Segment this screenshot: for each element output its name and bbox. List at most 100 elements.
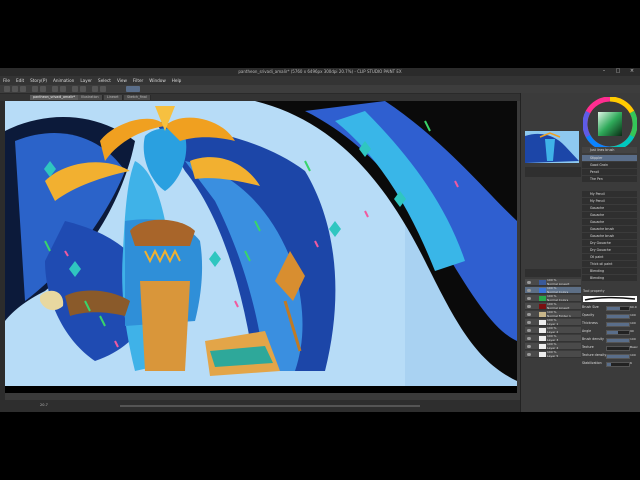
canvas-area[interactable] xyxy=(5,101,517,393)
brush-list-item[interactable]: Dry Gouache xyxy=(582,240,637,246)
menu-help[interactable]: Help xyxy=(169,76,185,85)
brush-item-good-grain[interactable]: Good Grain xyxy=(582,162,637,168)
layer-row[interactable]: 100 % Layer 3 xyxy=(525,334,581,342)
tool-property-row[interactable]: Brush Size 60.0 xyxy=(582,304,638,311)
brush-list-item[interactable]: Gouache xyxy=(582,212,637,218)
menu-story[interactable]: Story(P) xyxy=(27,76,50,85)
layer-row[interactable]: 100 % Normal Colors xyxy=(525,294,581,302)
brush-list-item[interactable]: Gouache brush xyxy=(582,233,637,239)
menu-edit[interactable]: Edit xyxy=(13,76,27,85)
tool-property-row[interactable]: Texture Basic xyxy=(582,344,638,351)
transform-icon[interactable] xyxy=(60,86,66,92)
eye-icon[interactable] xyxy=(527,329,531,332)
property-slider[interactable] xyxy=(606,354,630,359)
brush-item-pencil[interactable]: Pencil xyxy=(582,169,637,175)
tool-property-row[interactable]: Thickness 100 xyxy=(582,320,638,327)
brush-list-item[interactable]: Gouache brush xyxy=(582,226,637,232)
eye-icon[interactable] xyxy=(527,305,531,308)
navigator-thumbnail[interactable] xyxy=(525,131,579,163)
save-icon[interactable] xyxy=(20,86,26,92)
property-slider[interactable] xyxy=(606,322,630,327)
brush-group-tab[interactable]: Just lines brush xyxy=(582,147,637,153)
artwork-canvas[interactable] xyxy=(5,101,517,393)
property-value[interactable]: 100 xyxy=(630,320,636,327)
tool-property-row[interactable]: Brush density 100 xyxy=(582,336,638,343)
property-slider[interactable] xyxy=(606,346,630,351)
snap-icon[interactable] xyxy=(92,86,98,92)
ruler-icon[interactable] xyxy=(126,86,140,92)
maximize-button[interactable]: □ xyxy=(614,69,622,74)
layer-row[interactable]: 100 % Layer 2 xyxy=(525,326,581,334)
eye-icon[interactable] xyxy=(527,297,531,300)
right-dock: Just lines brush Stippler Good Grain Pen… xyxy=(520,93,640,412)
color-wheel[interactable] xyxy=(582,96,638,152)
brush-list-item[interactable]: My Pencil xyxy=(582,191,637,197)
open-icon[interactable] xyxy=(12,86,18,92)
brush-list-item[interactable]: Blending xyxy=(582,268,637,274)
property-slider[interactable] xyxy=(606,306,630,311)
property-value[interactable]: 60.0 xyxy=(630,304,637,311)
property-value[interactable]: 100 xyxy=(630,352,636,359)
zoom-level[interactable]: 20.7 xyxy=(40,403,48,407)
menu-animation[interactable]: Animation xyxy=(50,76,77,85)
menu-file[interactable]: File xyxy=(0,76,13,85)
brush-item-the-pen[interactable]: The Pen xyxy=(582,176,637,182)
undo-icon[interactable] xyxy=(32,86,38,92)
redo-icon[interactable] xyxy=(40,86,46,92)
menu-select[interactable]: Select xyxy=(95,76,114,85)
property-value[interactable]: Basic xyxy=(630,344,638,351)
brush-list-item[interactable]: Thick oil paint xyxy=(582,261,637,267)
brush-list-item[interactable]: Oil paint xyxy=(582,254,637,260)
tab-sketch[interactable]: Sketch_final xyxy=(124,95,151,100)
menu-filter[interactable]: Filter xyxy=(130,76,146,85)
new-icon[interactable] xyxy=(4,86,10,92)
eye-icon[interactable] xyxy=(527,289,531,292)
horizontal-scrollbar[interactable] xyxy=(120,405,420,407)
brush-list-item[interactable]: Blending xyxy=(582,275,637,281)
layer-row[interactable]: 100 % Layer 1 xyxy=(525,318,581,326)
brush-item-stippler[interactable]: Stippler xyxy=(582,155,637,161)
property-slider[interactable] xyxy=(606,314,630,319)
property-value[interactable]: 100 xyxy=(630,312,636,319)
minimize-button[interactable]: – xyxy=(600,69,608,74)
invert-selection-icon[interactable] xyxy=(80,86,86,92)
layer-row[interactable]: 100 % Layer 5 xyxy=(525,350,581,358)
brush-list-item[interactable]: Gouache xyxy=(582,219,637,225)
tab-document[interactable]: pantheon_srivadi_amalir* xyxy=(30,95,80,100)
close-button[interactable]: × xyxy=(628,69,636,74)
tool-property-row[interactable]: Opacity 100 xyxy=(582,312,638,319)
menu-layer[interactable]: Layer xyxy=(77,76,95,85)
layer-row[interactable]: 100 % Normal Colors xyxy=(525,286,581,294)
property-value[interactable]: 100 xyxy=(630,336,636,343)
tool-property-row[interactable]: Texture density 100 xyxy=(582,352,638,359)
eye-icon[interactable] xyxy=(527,281,531,284)
property-slider[interactable] xyxy=(606,330,630,335)
menu-view[interactable]: View xyxy=(114,76,130,85)
property-slider[interactable] xyxy=(606,338,630,343)
color-wheel-graphic[interactable] xyxy=(582,96,638,152)
clear-icon[interactable] xyxy=(52,86,58,92)
tool-property-row[interactable]: Stabilization 6 xyxy=(582,360,638,367)
layer-row[interactable]: 100 % Layer 4 xyxy=(525,342,581,350)
layer-row[interactable]: 100 % Normal Lineart xyxy=(525,302,581,310)
menu-window[interactable]: Window xyxy=(146,76,169,85)
property-value[interactable]: 6 xyxy=(630,360,632,367)
folder-icon xyxy=(539,312,546,317)
tab-lineart[interactable]: Lineart xyxy=(104,95,123,100)
brush-list-item[interactable]: Gouache xyxy=(582,205,637,211)
tab-illustration[interactable]: Illustration xyxy=(78,95,103,100)
brush-list-item[interactable]: Dry Gouache xyxy=(582,247,637,253)
snap-ruler-icon[interactable] xyxy=(100,86,106,92)
property-value[interactable]: 90 xyxy=(630,328,634,335)
property-slider[interactable] xyxy=(606,362,630,367)
eye-icon[interactable] xyxy=(527,321,531,324)
tool-property-row[interactable]: Angle 90 xyxy=(582,328,638,335)
layer-row[interactable]: 100 % Normal Folder 1 xyxy=(525,310,581,318)
eye-icon[interactable] xyxy=(527,353,531,356)
deselect-icon[interactable] xyxy=(72,86,78,92)
layer-row[interactable]: 100 % Normal Lineart xyxy=(525,278,581,286)
eye-icon[interactable] xyxy=(527,313,531,316)
brush-list-item[interactable]: My Pencil xyxy=(582,198,637,204)
eye-icon[interactable] xyxy=(527,345,531,348)
eye-icon[interactable] xyxy=(527,337,531,340)
